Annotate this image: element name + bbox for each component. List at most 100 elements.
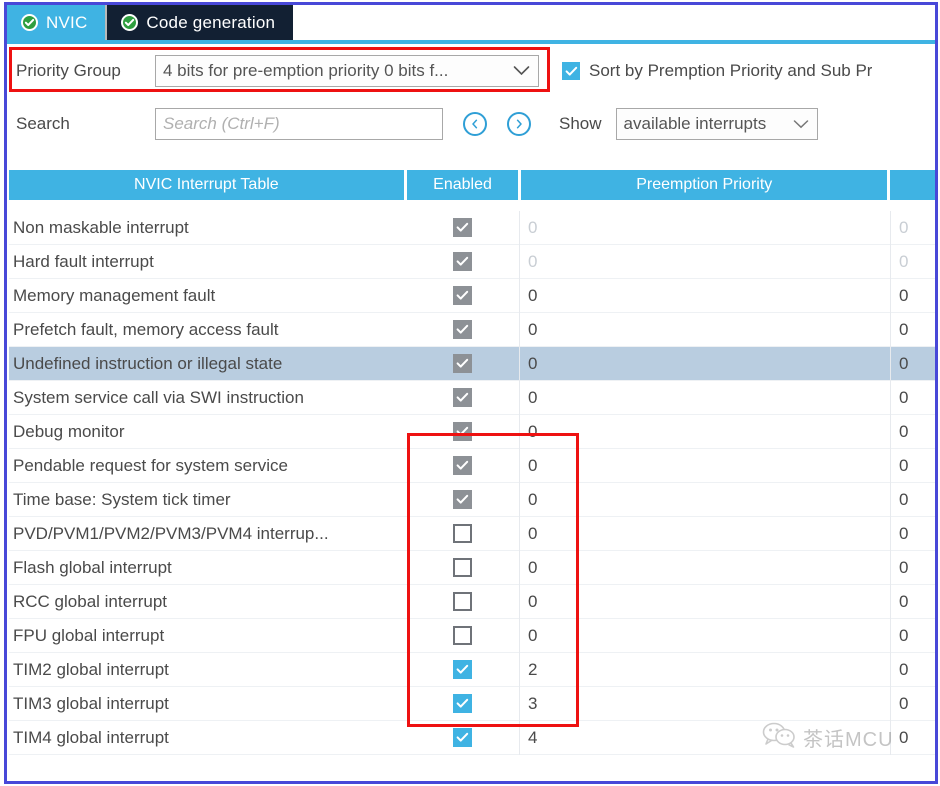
sub-priority-cell[interactable]: 0 bbox=[890, 278, 935, 313]
search-row: Search Show available interrupts bbox=[7, 103, 935, 145]
column-header-enabled[interactable]: Enabled bbox=[406, 170, 519, 200]
enabled-cell[interactable] bbox=[405, 244, 520, 279]
enabled-cell[interactable] bbox=[405, 448, 520, 483]
sub-priority-cell[interactable]: 0 bbox=[890, 550, 935, 585]
sub-priority-cell[interactable]: 0 bbox=[890, 720, 935, 755]
enabled-cell[interactable] bbox=[405, 414, 520, 449]
table-row[interactable]: PVD/PVM1/PVM2/PVM3/PVM4 interrup... 0 0 bbox=[9, 516, 935, 551]
sub-priority-cell[interactable]: 0 bbox=[890, 414, 935, 449]
checkbox-checked-disabled-icon[interactable] bbox=[452, 218, 472, 237]
enabled-cell[interactable] bbox=[405, 686, 520, 721]
table-row[interactable]: TIM3 global interrupt 3 0 bbox=[9, 686, 935, 721]
table-row[interactable]: Pendable request for system service 0 0 bbox=[9, 448, 935, 483]
preemption-priority-cell[interactable]: 2 bbox=[520, 660, 890, 680]
enabled-cell[interactable] bbox=[405, 618, 520, 653]
tab-bar: NVIC Code generation bbox=[7, 5, 935, 40]
show-label: Show bbox=[559, 114, 602, 133]
enabled-cell[interactable] bbox=[405, 720, 520, 755]
checkbox-checked-icon[interactable] bbox=[452, 694, 472, 713]
sub-priority-cell[interactable]: 0 bbox=[890, 482, 935, 517]
checkbox-unchecked-icon[interactable] bbox=[452, 592, 472, 611]
preemption-priority-cell[interactable]: 0 bbox=[520, 218, 890, 238]
table-row[interactable]: Memory management fault 0 0 bbox=[9, 278, 935, 313]
table-row[interactable]: Prefetch fault, memory access fault 0 0 bbox=[9, 312, 935, 347]
enabled-cell[interactable] bbox=[405, 210, 520, 245]
preemption-priority-cell[interactable]: 0 bbox=[520, 456, 890, 476]
sort-by-preemption-checkbox[interactable]: Sort by Premption Priority and Sub Pr bbox=[562, 61, 872, 81]
interrupt-name-cell: Hard fault interrupt bbox=[13, 251, 154, 271]
preemption-priority-cell[interactable]: 0 bbox=[520, 252, 890, 272]
previous-match-button[interactable] bbox=[463, 112, 487, 136]
preemption-priority-cell[interactable]: 0 bbox=[520, 592, 890, 612]
sub-priority-cell[interactable]: 0 bbox=[890, 346, 935, 381]
enabled-cell[interactable] bbox=[405, 482, 520, 517]
preemption-priority-cell[interactable]: 0 bbox=[520, 354, 890, 374]
table-row[interactable]: FPU global interrupt 0 0 bbox=[9, 618, 935, 653]
enabled-cell[interactable] bbox=[405, 516, 520, 551]
table-row[interactable]: TIM2 global interrupt 2 0 bbox=[9, 652, 935, 687]
checkbox-unchecked-icon[interactable] bbox=[452, 558, 472, 577]
preemption-priority-cell[interactable]: 3 bbox=[520, 694, 890, 714]
enabled-cell[interactable] bbox=[405, 278, 520, 313]
sub-priority-cell[interactable]: 0 bbox=[890, 210, 935, 245]
checkbox-checked-disabled-icon[interactable] bbox=[452, 422, 472, 441]
table-row[interactable]: System service call via SWI instruction 0… bbox=[9, 380, 935, 415]
checkbox-unchecked-icon[interactable] bbox=[452, 524, 472, 543]
preemption-priority-cell[interactable]: 0 bbox=[520, 286, 890, 306]
table-row[interactable]: Hard fault interrupt 0 0 bbox=[9, 244, 935, 279]
interrupt-name-cell: Debug monitor bbox=[13, 421, 125, 441]
tab-code-generation[interactable]: Code generation bbox=[107, 5, 294, 40]
sub-priority-cell[interactable]: 0 bbox=[890, 380, 935, 415]
tab-nvic[interactable]: NVIC bbox=[7, 5, 108, 40]
checkbox-checked-disabled-icon[interactable] bbox=[452, 490, 472, 509]
checkbox-checked-disabled-icon[interactable] bbox=[452, 286, 472, 305]
preemption-priority-cell[interactable]: 0 bbox=[520, 490, 890, 510]
checkbox-checked-disabled-icon[interactable] bbox=[452, 354, 472, 373]
search-input[interactable] bbox=[155, 108, 443, 140]
column-header-sub-priority[interactable] bbox=[890, 170, 935, 200]
show-filter-select[interactable]: available interrupts bbox=[615, 108, 818, 140]
enabled-cell[interactable] bbox=[405, 346, 520, 381]
column-header-interrupt-table[interactable]: NVIC Interrupt Table bbox=[9, 170, 404, 200]
checkbox-checked-disabled-icon[interactable] bbox=[452, 252, 472, 271]
enabled-cell[interactable] bbox=[405, 312, 520, 347]
table-row[interactable]: Time base: System tick timer 0 0 bbox=[9, 482, 935, 517]
priority-group-row: Priority Group 4 bits for pre-emption pr… bbox=[7, 49, 935, 93]
sub-priority-cell[interactable]: 0 bbox=[890, 686, 935, 721]
checkbox-checked-icon[interactable] bbox=[452, 728, 472, 747]
preemption-priority-cell[interactable]: 0 bbox=[520, 626, 890, 646]
preemption-priority-cell[interactable]: 0 bbox=[520, 320, 890, 340]
table-row[interactable]: Debug monitor 0 0 bbox=[9, 414, 935, 449]
next-match-button[interactable] bbox=[507, 112, 531, 136]
interrupt-name-cell: Prefetch fault, memory access fault bbox=[13, 319, 279, 339]
checkbox-checked-icon[interactable] bbox=[452, 660, 472, 679]
table-row[interactable]: Non maskable interrupt 0 0 bbox=[9, 210, 935, 245]
table-row[interactable]: RCC global interrupt 0 0 bbox=[9, 584, 935, 619]
sub-priority-cell[interactable]: 0 bbox=[890, 244, 935, 279]
checkbox-checked-disabled-icon[interactable] bbox=[452, 456, 472, 475]
preemption-priority-cell[interactable]: 0 bbox=[520, 388, 890, 408]
enabled-cell[interactable] bbox=[405, 550, 520, 585]
sub-priority-cell[interactable]: 0 bbox=[890, 618, 935, 653]
sub-priority-cell[interactable]: 0 bbox=[890, 448, 935, 483]
sub-priority-cell[interactable]: 0 bbox=[890, 584, 935, 619]
column-header-preemption-priority[interactable]: Preemption Priority bbox=[521, 170, 888, 200]
preemption-priority-cell[interactable]: 0 bbox=[520, 558, 890, 578]
preemption-priority-cell[interactable]: 0 bbox=[520, 422, 890, 442]
interrupt-name-cell: RCC global interrupt bbox=[13, 591, 168, 611]
sub-priority-cell[interactable]: 0 bbox=[890, 312, 935, 347]
enabled-cell[interactable] bbox=[405, 380, 520, 415]
table-row[interactable]: Undefined instruction or illegal state 0 0 bbox=[9, 346, 935, 381]
enabled-cell[interactable] bbox=[405, 652, 520, 687]
checkbox-unchecked-icon[interactable] bbox=[452, 626, 472, 645]
priority-group-select[interactable]: 4 bits for pre-emption priority 0 bits f… bbox=[155, 55, 539, 87]
table-row[interactable]: Flash global interrupt 0 0 bbox=[9, 550, 935, 585]
priority-group-value: 4 bits for pre-emption priority 0 bits f… bbox=[163, 61, 449, 80]
priority-group-label: Priority Group bbox=[16, 61, 121, 80]
sub-priority-cell[interactable]: 0 bbox=[890, 652, 935, 687]
checkbox-checked-disabled-icon[interactable] bbox=[452, 388, 472, 407]
checkbox-checked-disabled-icon[interactable] bbox=[452, 320, 472, 339]
enabled-cell[interactable] bbox=[405, 584, 520, 619]
sub-priority-cell[interactable]: 0 bbox=[890, 516, 935, 551]
preemption-priority-cell[interactable]: 0 bbox=[520, 524, 890, 544]
